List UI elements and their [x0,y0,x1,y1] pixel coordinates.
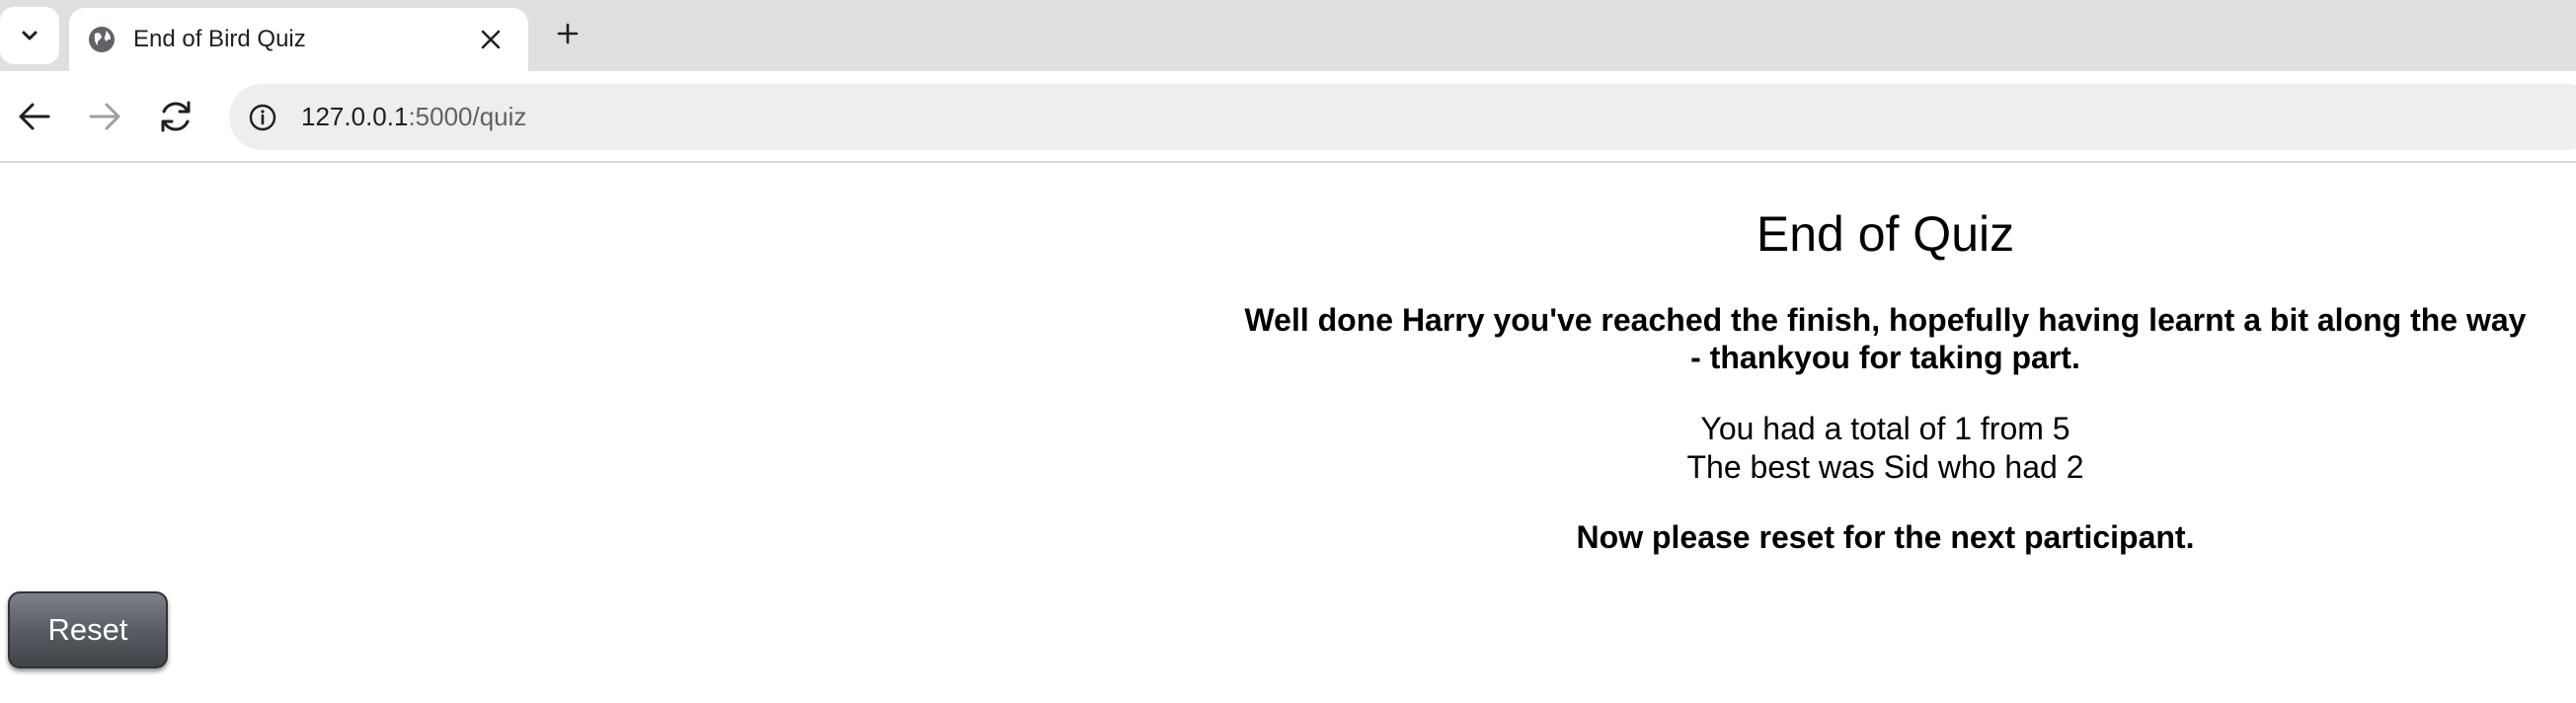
back-arrow-icon [19,103,50,130]
reload-icon [161,101,191,132]
score-text: You had a total of 1 from 5 [1700,411,2070,446]
tab-search-button[interactable] [0,7,59,64]
best-score-text: The best was Sid who had 2 [1686,449,2084,485]
forward-arrow-icon [89,103,120,130]
url-host: 127.0.0.1 [301,102,409,131]
tab-title: End of Bird Quiz [133,26,306,52]
completion-message-line-1: Well done Harry you've reached the finis… [1244,302,2527,338]
url-path: :5000/quiz [408,102,527,131]
close-icon [481,30,501,49]
reset-instruction: Now please reset for the next participan… [1576,519,2195,555]
plus-icon [557,23,579,44]
reset-button[interactable]: Reset [8,591,168,668]
globe-icon [89,27,115,52]
completion-message-line-2: - thankyou for taking part. [1690,340,2080,375]
tab-close-button[interactable] [474,23,507,56]
forward-button[interactable] [83,95,126,138]
reload-button[interactable] [154,95,197,138]
site-info-button[interactable] [245,100,280,135]
tab-active[interactable]: End of Bird Quiz [69,8,528,71]
info-icon [249,104,276,131]
page-title: End of Quiz [1756,206,2015,262]
back-button[interactable] [13,95,56,138]
page-content: End of Quiz Well done Harry you've reach… [0,163,2576,703]
browser-toolbar: 127.0.0.1:5000/quiz [0,71,2576,163]
chevron-down-icon [22,31,38,40]
address-bar[interactable]: 127.0.0.1:5000/quiz [229,84,2576,150]
new-tab-button[interactable] [548,14,587,53]
url-text: 127.0.0.1:5000/quiz [301,84,526,150]
tab-strip: End of Bird Quiz [0,0,2576,71]
completion-message: Well done Harry you've reached the finis… [1216,301,2554,376]
